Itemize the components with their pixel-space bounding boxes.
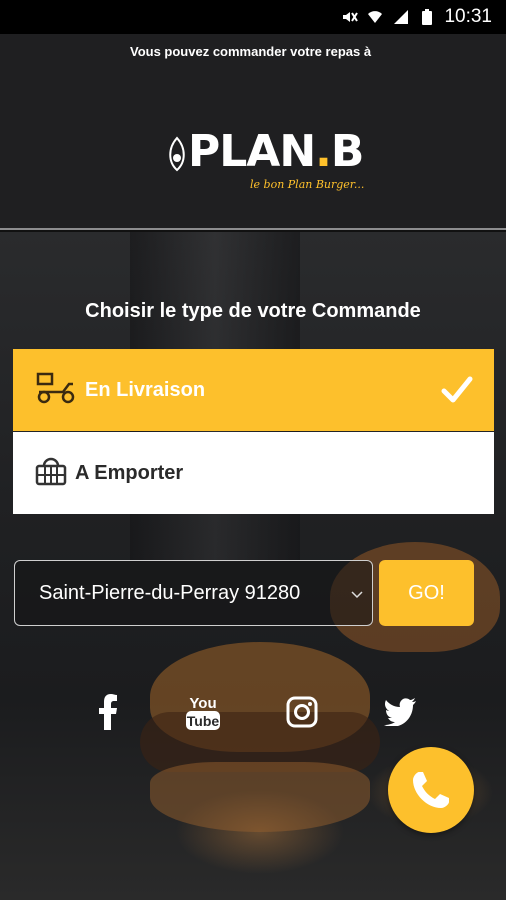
twitter-icon[interactable]: [380, 692, 420, 732]
call-button[interactable]: [388, 747, 474, 833]
option-delivery[interactable]: En Livraison: [13, 349, 494, 431]
mute-icon: [340, 8, 359, 26]
youtube-label-bottom: Tube: [187, 713, 220, 729]
status-time: 10:31: [444, 6, 492, 27]
city-select[interactable]: Saint-Pierre-du-Perray 91280: [14, 560, 373, 626]
signal-icon: [392, 8, 410, 26]
option-delivery-label: En Livraison: [85, 378, 206, 401]
phone-icon: [413, 772, 449, 808]
youtube-label-top: You: [189, 695, 216, 712]
battery-icon: [418, 8, 436, 26]
ticker-text: Vous pouvez commander votre repas à: [130, 44, 372, 59]
basket-icon: [35, 456, 67, 491]
youtube-icon[interactable]: You Tube: [183, 692, 223, 732]
logo-flame-icon: [169, 136, 185, 172]
logo-letter: B: [330, 126, 365, 177]
wifi-icon: [366, 8, 384, 26]
go-button[interactable]: GO!: [379, 560, 474, 626]
facebook-icon[interactable]: [88, 692, 128, 732]
option-takeaway-label: A Emporter: [75, 461, 184, 484]
delivery-scooter-icon: [35, 370, 77, 411]
option-takeaway[interactable]: A Emporter: [13, 432, 494, 514]
order-type-title: Choisir le type de votre Commande: [85, 300, 421, 322]
logo-tagline: le bon Plan Burger...: [250, 178, 365, 191]
city-select-value: Saint-Pierre-du-Perray 91280: [39, 581, 301, 604]
logo-main-text: PLAN: [188, 126, 316, 177]
status-bar: 10:31: [0, 0, 506, 34]
instagram-icon[interactable]: [282, 692, 322, 732]
chevron-down-icon: [351, 591, 363, 599]
check-icon: [441, 376, 473, 403]
plan-b-logo: PLAN.B le bon Plan Burger...: [166, 126, 364, 196]
header: Vous pouvez commander votre repas à PLAN…: [0, 34, 506, 230]
